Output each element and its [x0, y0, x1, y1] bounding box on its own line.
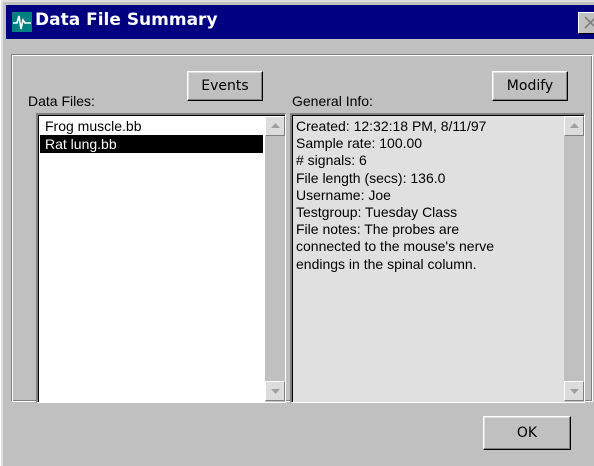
- ok-button[interactable]: OK: [483, 416, 571, 450]
- list-item[interactable]: Frog muscle.bb: [40, 117, 263, 135]
- info-line: Created: 12:32:18 PM, 8/11/97: [296, 118, 487, 134]
- scroll-up-button[interactable]: [564, 116, 584, 136]
- scroll-down-button[interactable]: [265, 381, 285, 401]
- arrow-up-icon: [570, 123, 579, 128]
- general-info-scrollbar[interactable]: [564, 116, 584, 402]
- arrow-up-icon: [271, 123, 280, 128]
- modify-button[interactable]: Modify: [492, 71, 568, 101]
- info-line: # signals: 6: [296, 152, 367, 169]
- general-info-label: General Info:: [292, 93, 373, 109]
- info-line: Username: Joe: [296, 186, 391, 203]
- window-title: Data File Summary: [35, 10, 218, 30]
- close-icon: [584, 16, 594, 29]
- content-group: Data Files: Events Frog muscle.bb Rat lun…: [11, 54, 593, 403]
- info-line: Sample rate: 100.00: [296, 135, 423, 152]
- info-line: connected to the mouse's nerve: [296, 238, 495, 255]
- data-files-scrollbar[interactable]: [265, 116, 285, 402]
- arrow-down-icon: [271, 389, 280, 394]
- dialog-window: Data File Summary Data Files: Events Fro…: [1, 0, 594, 466]
- info-line: endings in the spinal column.: [296, 255, 477, 272]
- general-info-panel: Created: 12:32:18 PM, 8/11/97 Sample rate…: [290, 113, 585, 403]
- events-button[interactable]: Events: [187, 71, 263, 101]
- data-files-listbox[interactable]: Frog muscle.bb Rat lung.bb: [36, 113, 286, 403]
- list-item[interactable]: Rat lung.bb: [40, 135, 263, 153]
- info-line: File length (secs): 136.0: [296, 169, 446, 186]
- scroll-up-button[interactable]: [265, 116, 285, 136]
- info-line: File notes: The probes are: [296, 221, 460, 238]
- waveform-icon: [12, 12, 32, 32]
- close-button[interactable]: [578, 12, 594, 34]
- arrow-down-icon: [570, 389, 579, 394]
- title-bar[interactable]: Data File Summary: [6, 5, 594, 39]
- scroll-down-button[interactable]: [564, 381, 584, 401]
- data-files-label: Data Files:: [28, 93, 95, 109]
- info-line: Testgroup: Tuesday Class: [296, 204, 458, 221]
- data-files-list: Frog muscle.bb Rat lung.bb: [40, 117, 263, 153]
- general-info-text: Created: 12:32:18 PM, 8/11/97 Sample rate…: [296, 118, 561, 273]
